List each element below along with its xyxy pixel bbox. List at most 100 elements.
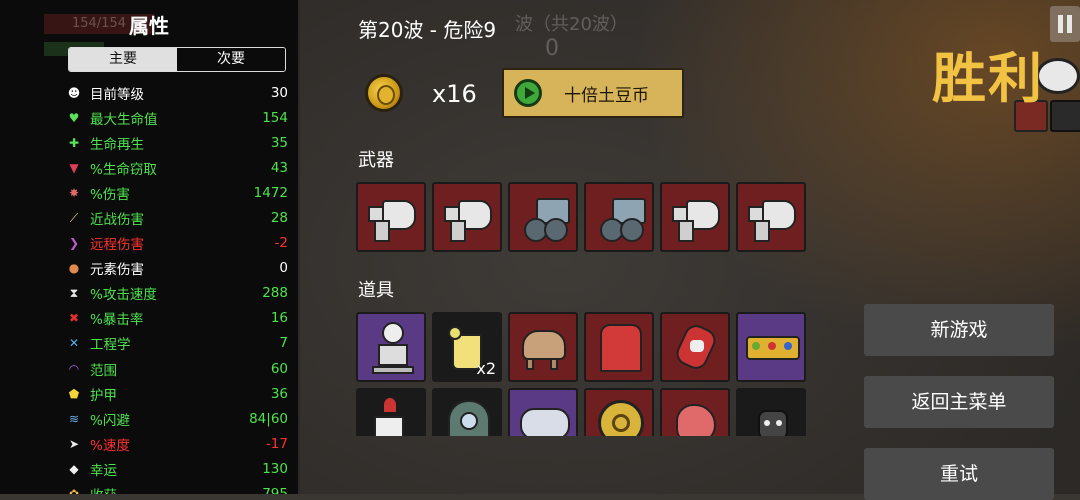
stat-label: %暴击率 bbox=[90, 312, 144, 329]
tardigrade-item[interactable] bbox=[508, 388, 578, 436]
harvest-icon: ✿ bbox=[66, 487, 82, 494]
engineering-icon: ✕ bbox=[68, 336, 80, 351]
item-grid: x2 bbox=[356, 312, 806, 436]
stat-label: 护甲 bbox=[90, 387, 117, 404]
tenfold-coins-label: 十倍土豆币 bbox=[564, 85, 649, 106]
stat-value: 60 bbox=[270, 360, 288, 377]
level-icon: ☻ bbox=[67, 85, 81, 100]
heart-icon: ♥ bbox=[68, 110, 80, 125]
stat-label: %速度 bbox=[90, 437, 130, 454]
stat-row: ✸ %伤害 1472 bbox=[66, 180, 288, 205]
stat-value: 7 bbox=[279, 335, 288, 352]
stat-label: 远程伤害 bbox=[90, 237, 144, 254]
cat-item[interactable] bbox=[736, 388, 806, 436]
stat-value: 795 bbox=[262, 486, 288, 494]
armor-icon: ⬟ bbox=[68, 386, 80, 401]
retry-button[interactable]: 重试 bbox=[864, 448, 1054, 500]
dodge-icon: ≋ bbox=[68, 411, 80, 426]
glove-item[interactable] bbox=[660, 312, 730, 382]
coffee-item[interactable] bbox=[356, 388, 426, 436]
stat-row: ⧗ %攻击速度 288 bbox=[66, 281, 288, 306]
range-icon: ◠ bbox=[68, 361, 80, 376]
item-quantity: x2 bbox=[476, 359, 496, 378]
mammoth-item[interactable] bbox=[508, 312, 578, 382]
stat-value: 130 bbox=[262, 460, 288, 477]
stat-row: ⟋ 近战伤害 28 bbox=[66, 205, 288, 230]
gatling-weapon[interactable] bbox=[508, 182, 578, 252]
tenfold-coins-button[interactable]: 十倍土豆币 bbox=[502, 68, 684, 118]
stat-label: 工程学 bbox=[90, 337, 131, 354]
main-menu-button[interactable]: 返回主菜单 bbox=[864, 376, 1054, 428]
items-title: 道具 bbox=[358, 280, 394, 301]
ghost-wave-label: 波（共20波） bbox=[515, 14, 628, 35]
stat-label: 幸运 bbox=[90, 462, 117, 479]
weapons-title: 武器 bbox=[358, 150, 394, 171]
stat-label: 目前等级 bbox=[90, 86, 144, 103]
stat-row: ➤ %速度 -17 bbox=[66, 431, 288, 456]
dark-item-icon bbox=[1050, 100, 1080, 132]
stat-value: 1472 bbox=[253, 184, 288, 201]
stat-row: ⬟ 护甲 36 bbox=[66, 381, 288, 406]
stat-row: ❯ 远程伤害 -2 bbox=[66, 231, 288, 256]
coin-count: x16 bbox=[432, 80, 477, 108]
tab-secondary[interactable]: 次要 bbox=[177, 48, 285, 71]
stat-value: 36 bbox=[270, 385, 288, 402]
stat-value: -17 bbox=[265, 435, 288, 452]
luck-icon: ◆ bbox=[69, 461, 79, 476]
stat-value: 0 bbox=[279, 260, 288, 277]
stat-label: 近战伤害 bbox=[90, 212, 144, 229]
gatling-weapon[interactable] bbox=[584, 182, 654, 252]
stats-tabs: 主要 次要 bbox=[68, 47, 286, 72]
wave-title: 第20波 - 危险9 bbox=[358, 18, 497, 42]
stat-row: ✕ 工程学 7 bbox=[66, 331, 288, 356]
crit-icon: ✖ bbox=[68, 311, 80, 326]
crown-item[interactable] bbox=[736, 312, 806, 382]
megaphone-weapon[interactable] bbox=[660, 182, 730, 252]
play-icon bbox=[514, 79, 542, 107]
tab-primary[interactable]: 主要 bbox=[69, 48, 177, 71]
speed-icon: ➤ bbox=[68, 436, 80, 451]
ranged-icon: ❯ bbox=[68, 236, 80, 251]
stat-label: %闪避 bbox=[90, 412, 130, 429]
lifesteal-icon: ▼ bbox=[69, 160, 79, 175]
victory-title: 胜利 bbox=[932, 47, 1044, 110]
regen-icon: ✚ bbox=[68, 135, 80, 150]
stat-value: 288 bbox=[262, 285, 288, 302]
statue-item[interactable] bbox=[356, 312, 426, 382]
lemonade-item[interactable]: x2 bbox=[432, 312, 502, 382]
stat-label: %生命窃取 bbox=[90, 161, 157, 178]
new-game-button[interactable]: 新游戏 bbox=[864, 304, 1054, 356]
coin-item[interactable] bbox=[584, 388, 654, 436]
stat-value: 84|60 bbox=[249, 410, 288, 427]
potato-coin-icon bbox=[365, 74, 403, 112]
stat-row: ≋ %闪避 84|60 bbox=[66, 406, 288, 431]
stat-value: 154 bbox=[262, 109, 288, 126]
stat-label: 收获 bbox=[90, 484, 262, 494]
stat-list: ☻ 目前等级 30 ♥ 最大生命值 154 ✚ 生命再生 35 ▼ %生命窃取 43 ✸ %伤害 1472 ⟋… bbox=[66, 80, 288, 494]
stat-row: ▼ %生命窃取 43 bbox=[66, 155, 288, 180]
pause-icon[interactable] bbox=[1050, 6, 1080, 42]
cape-item[interactable] bbox=[584, 312, 654, 382]
stat-row: ✖ %暴击率 16 bbox=[66, 306, 288, 331]
stat-value: 28 bbox=[270, 210, 288, 227]
stat-row: ◠ 范围 60 bbox=[66, 356, 288, 381]
megaphone-weapon[interactable] bbox=[432, 182, 502, 252]
melee-icon: ⟋ bbox=[69, 210, 79, 225]
blob-item[interactable] bbox=[660, 388, 730, 436]
stat-label: 最大生命值 bbox=[90, 111, 158, 128]
stat-label: 生命再生 bbox=[90, 136, 144, 153]
megaphone-weapon[interactable] bbox=[736, 182, 806, 252]
stat-value: -2 bbox=[274, 235, 288, 252]
stat-row: ♥ 最大生命值 154 bbox=[66, 105, 288, 130]
stats-panel: 154/154 属性 主要 次要 ☻ 目前等级 30 ♥ 最大生命值 154 ✚ 生命再生 35… bbox=[0, 0, 300, 494]
stat-row: ✿ 收获795 bbox=[66, 482, 288, 494]
helmet-item[interactable] bbox=[432, 388, 502, 436]
megaphone-weapon[interactable] bbox=[356, 182, 426, 252]
stat-value: 30 bbox=[270, 84, 288, 101]
stat-value: 16 bbox=[270, 310, 288, 327]
stat-label: 范围 bbox=[90, 362, 117, 379]
elemental-icon: ● bbox=[68, 261, 80, 276]
attack-speed-icon: ⧗ bbox=[69, 285, 79, 300]
ghost-counter: 0 bbox=[545, 36, 559, 61]
stat-row: ◆ 幸运 130 bbox=[66, 456, 288, 481]
